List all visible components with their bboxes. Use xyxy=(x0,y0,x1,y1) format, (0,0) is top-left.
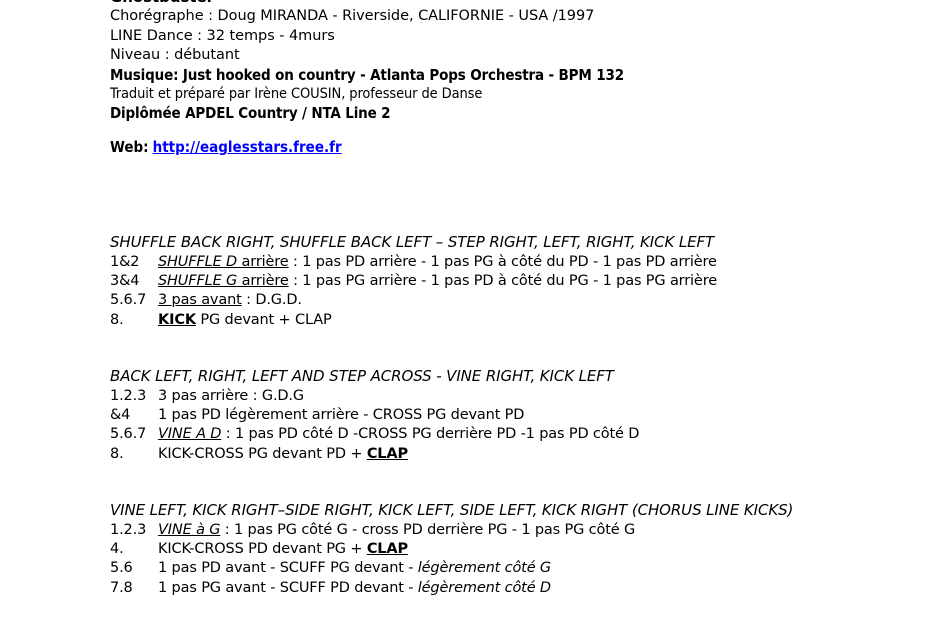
step-text: SHUFFLE D arrière : 1 pas PD arrière - 1… xyxy=(158,253,910,272)
section-title: SHUFFLE BACK RIGHT, SHUFFLE BACK LEFT – … xyxy=(110,233,715,251)
step-count: 5.6.7 xyxy=(110,426,147,443)
step-text: 3 pas avant : D.G.D. xyxy=(158,291,910,310)
step-emphasis-end: CLAP xyxy=(366,541,408,558)
step-text: 3 pas arrière : G.D.G xyxy=(158,388,304,404)
dance-title-cut: Ghostbuster xyxy=(110,0,910,7)
section-3: VINE LEFT, KICK RIGHT–SIDE RIGHT, KICK L… xyxy=(110,500,910,598)
step-italic-end: légèrement côté G xyxy=(417,560,552,577)
step-emphasis-end: CLAP xyxy=(366,445,408,462)
step-count: 5.6.7 xyxy=(110,292,147,309)
web-block: Web: http://eaglesstars.free.fr xyxy=(110,138,342,156)
step-italic-end: légèrement côté D xyxy=(417,579,551,596)
step-row: 3&4 SHUFFLE G arrière : 1 pas PG arrière… xyxy=(110,272,910,291)
step-text: KICK PG devant + CLAP xyxy=(158,311,910,330)
step-count: 3&4 xyxy=(110,273,140,290)
translator-line: Traduit et préparé par Irène COUSIN, pro… xyxy=(110,86,483,103)
website-link[interactable]: http://eaglesstars.free.fr xyxy=(153,138,342,156)
step-count: 1.2.3 xyxy=(110,522,147,538)
step-row: 5.6.7 3 pas avant : D.G.D. xyxy=(110,291,910,310)
step-emphasis-2: arrière xyxy=(237,254,289,270)
step-text: VINE A D : 1 pas PD côté D -CROSS PG der… xyxy=(158,425,910,444)
section-title: VINE LEFT, KICK RIGHT–SIDE RIGHT, KICK L… xyxy=(110,501,794,519)
step-rest: 1 pas PG avant - SCUFF PD devant - xyxy=(158,579,418,596)
step-text: VINE à G : 1 pas PG côté G - cross PD de… xyxy=(158,521,910,540)
step-count: 1&2 xyxy=(110,254,140,270)
step-text: SHUFFLE G arrière : 1 pas PG arrière - 1… xyxy=(158,272,910,291)
line-dance-line: LINE Dance : 32 temps - 4murs xyxy=(110,27,335,44)
step-text: 1 pas PG avant - SCUFF PD devant - légèr… xyxy=(158,579,910,598)
step-row: 8. KICK-CROSS PG devant PD + CLAP xyxy=(110,445,910,464)
step-emphasis: SHUFFLE D xyxy=(158,254,238,270)
section-title: BACK LEFT, RIGHT, LEFT AND STEP ACROSS -… xyxy=(110,367,614,385)
step-text: KICK-CROSS PG devant PD + CLAP xyxy=(158,445,910,464)
step-emphasis: SHUFFLE G xyxy=(158,273,238,290)
step-count: &4 xyxy=(110,407,131,424)
step-count: 5.6 xyxy=(110,560,133,577)
step-emphasis: VINE à G xyxy=(158,522,221,538)
step-count: 1.2.3 xyxy=(110,388,147,404)
step-rest: : 1 pas PD arrière - 1 pas PG à côté du … xyxy=(288,254,717,270)
header-block: Ghostbuster Chorégraphe : Doug MIRANDA -… xyxy=(110,0,910,124)
step-row: 1&2 SHUFFLE D arrière : 1 pas PD arrière… xyxy=(110,253,910,272)
step-rest: KICK-CROSS PG devant PD + xyxy=(158,445,367,462)
diploma-line: Diplômée APDEL Country / NTA Line 2 xyxy=(110,104,391,123)
step-rest: : 1 pas PG côté G - cross PD derrière PG… xyxy=(220,522,636,538)
choreographer-line: Chorégraphe : Doug MIRANDA - Riverside, … xyxy=(110,8,595,25)
step-rest: PG devant + CLAP xyxy=(195,311,332,328)
step-rest: 1 pas PD avant - SCUFF PG devant - xyxy=(158,560,418,577)
step-rest: : 1 pas PG arrière - 1 pas PD à côté du … xyxy=(288,273,717,290)
step-text: KICK-CROSS PD devant PG + CLAP xyxy=(158,540,910,559)
step-count: 7.8 xyxy=(110,579,133,596)
step-count: 4. xyxy=(110,541,124,558)
step-count: 8. xyxy=(110,311,124,328)
step-rest: : 1 pas PD côté D -CROSS PG derrière PD … xyxy=(221,426,640,443)
step-rest: : D.G.D. xyxy=(241,292,302,309)
step-row: 8. KICK PG devant + CLAP xyxy=(110,311,910,330)
step-count: 8. xyxy=(110,445,124,462)
step-row: 7.8 1 pas PG avant - SCUFF PD devant - l… xyxy=(110,579,910,598)
level-line: Niveau : débutant xyxy=(110,47,240,64)
section-1: SHUFFLE BACK RIGHT, SHUFFLE BACK LEFT – … xyxy=(110,232,910,330)
step-row: &4 1 pas PD légèrement arrière - CROSS P… xyxy=(110,406,910,425)
step-rest: KICK-CROSS PD devant PG + xyxy=(158,541,367,558)
step-emphasis: VINE A D xyxy=(158,426,222,443)
step-row: 5.6 1 pas PD avant - SCUFF PG devant - l… xyxy=(110,559,910,578)
step-emphasis-2: arrière xyxy=(237,273,289,290)
web-label: Web: xyxy=(110,138,149,156)
step-row: 5.6.7 VINE A D : 1 pas PD côté D -CROSS … xyxy=(110,425,910,444)
music-line: Musique: Just hooked on country - Atlant… xyxy=(110,65,624,84)
step-row: 1.2.3 VINE à G : 1 pas PG côté G - cross… xyxy=(110,521,910,540)
document-page: Ghostbuster Chorégraphe : Doug MIRANDA -… xyxy=(0,0,930,620)
step-emphasis: 3 pas avant xyxy=(158,292,242,309)
section-2: BACK LEFT, RIGHT, LEFT AND STEP ACROSS -… xyxy=(110,366,910,464)
step-row: 4. KICK-CROSS PD devant PG + CLAP xyxy=(110,540,910,559)
step-text: 1 pas PD légèrement arrière - CROSS PG d… xyxy=(158,407,525,424)
step-emphasis: KICK xyxy=(158,311,196,328)
step-text: 1 pas PD avant - SCUFF PG devant - légèr… xyxy=(158,559,910,578)
step-row: 1.2.3 3 pas arrière : G.D.G xyxy=(110,387,910,406)
